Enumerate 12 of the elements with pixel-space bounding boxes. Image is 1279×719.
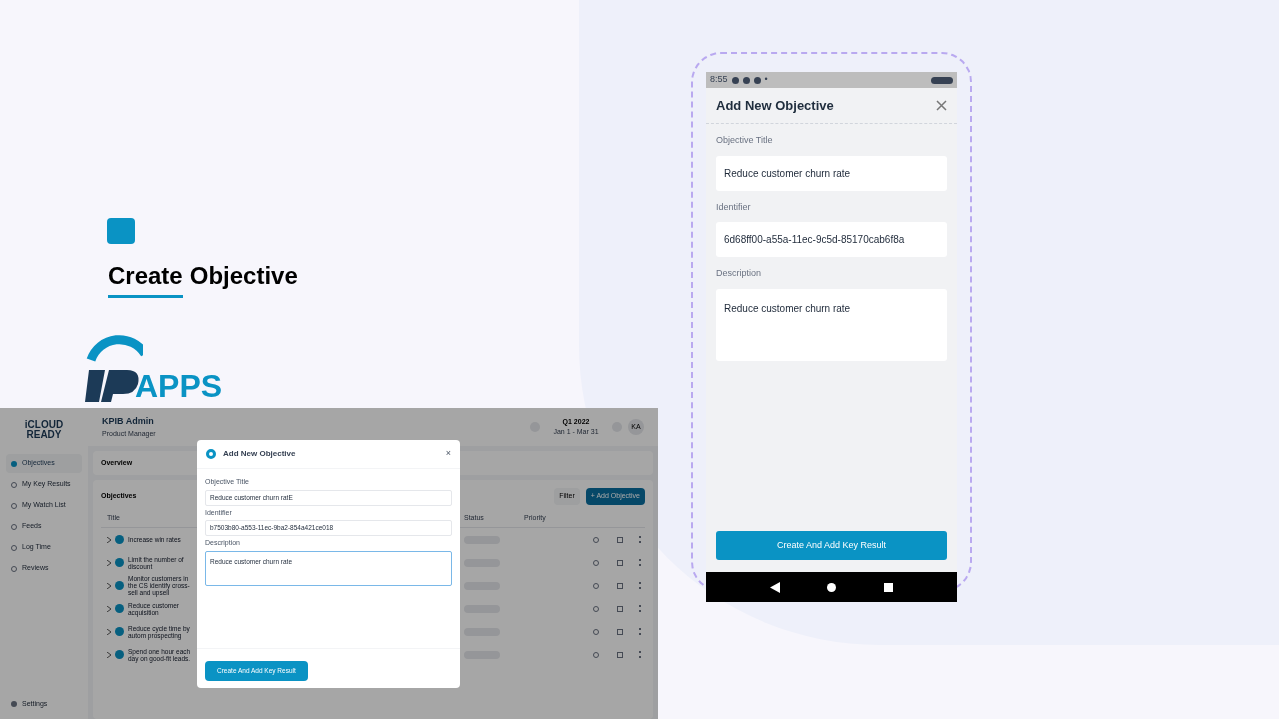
heading-text: Objective bbox=[189, 261, 298, 291]
brand-logo: APPS bbox=[83, 330, 223, 404]
clock-text: 8:55 bbox=[710, 73, 728, 87]
modal-title: Add New Objective bbox=[223, 448, 296, 460]
field-label: Identifier bbox=[716, 200, 752, 214]
logo: iCLOUD READY bbox=[23, 420, 65, 440]
field-label: Description bbox=[716, 267, 763, 280]
modal-title: Add New Objective bbox=[716, 96, 834, 115]
status-dot: • bbox=[764, 73, 768, 87]
app-title: KPIB Admin bbox=[102, 415, 155, 428]
field-label: Objective Title bbox=[716, 134, 774, 147]
heading-text: Create bbox=[108, 258, 183, 298]
